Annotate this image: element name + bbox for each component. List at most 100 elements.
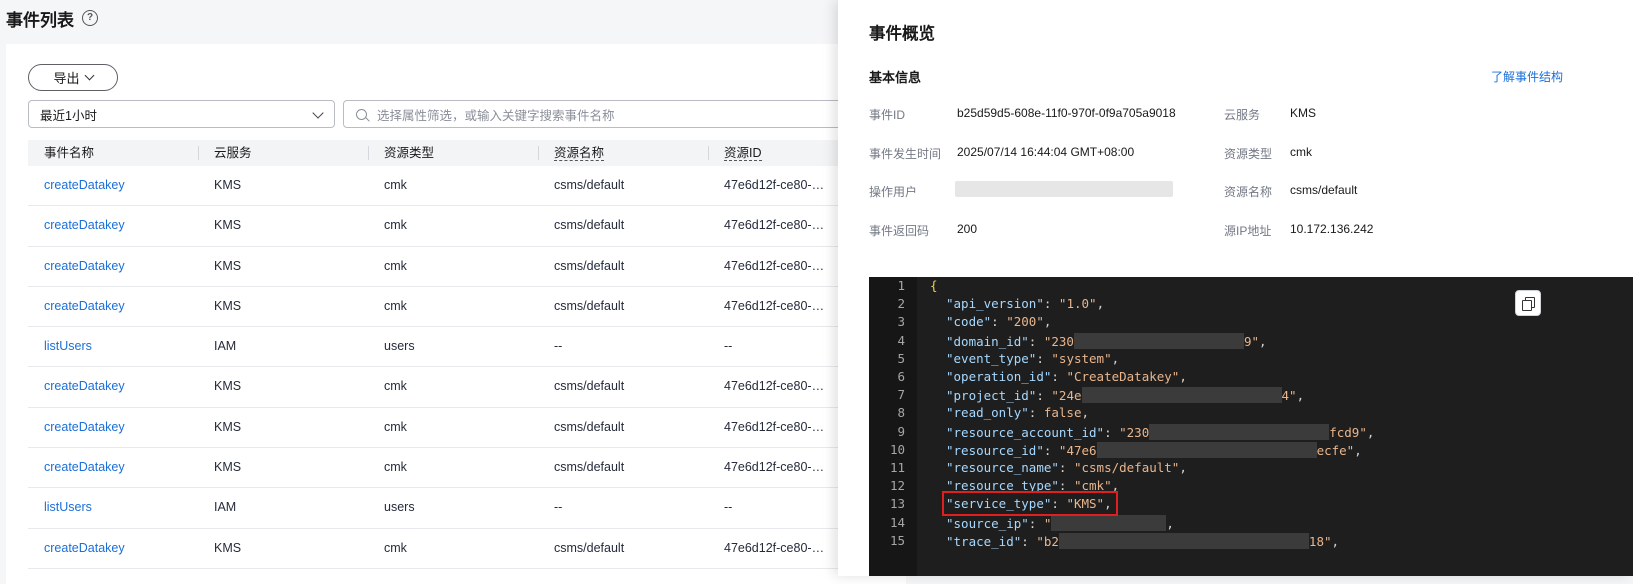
resource-id-cell: 47e6d12f-ce80-4a4…	[724, 419, 828, 434]
table-row[interactable]: createDatakey KMS cmk csms/default 47e6d12f-…	[28, 166, 928, 207]
service-cell: KMS	[214, 258, 242, 273]
json-line: 9 "resource_account_id": "230 fcd9",	[869, 423, 1633, 442]
operator-label: 操作用户	[869, 185, 918, 199]
json-line: 15 "trace_id": "b2 18",	[869, 532, 1633, 551]
table-row[interactable]: createDatakey KMS cmk csms/default 47e6d12f-…	[28, 529, 928, 569]
search-placeholder: 选择属性筛选，或输入关键字搜索事件名称	[377, 108, 615, 123]
resource-name-value: csms/default	[1290, 183, 1358, 197]
time-range-select[interactable]: 最近1小时	[28, 100, 335, 128]
resource-type-cell: cmk	[384, 178, 407, 192]
json-code: "resource_id": "47e6 ecfe",	[946, 441, 1362, 458]
table-row[interactable]: createDatakey KMS cmk csms/default 47e6d12f-…	[28, 448, 928, 489]
table-row[interactable]: createDatakey KMS cmk csms/default 47e6d12f-…	[28, 206, 928, 247]
event-name-cell[interactable]: createDatakey	[28, 287, 198, 326]
column-header-resource-name[interactable]: 资源名称	[538, 140, 708, 166]
chevron-down-icon	[84, 70, 94, 81]
json-value-tail: 9"	[1243, 333, 1260, 349]
json-value-tail: fcd9"	[1329, 424, 1367, 440]
service-type-highlight-box	[942, 491, 1118, 516]
service-cell: KMS	[214, 379, 242, 394]
redacted-value	[1149, 423, 1330, 440]
json-key: resource_name	[953, 460, 1052, 475]
json-line: 3 "code": "200",	[869, 314, 1633, 332]
resource-type-cell: cmk	[384, 460, 407, 475]
line-number: 14	[889, 514, 905, 530]
event-name-cell[interactable]: listUsers	[28, 488, 198, 527]
event-name-cell[interactable]: createDatakey	[28, 529, 198, 568]
json-code: "read_only": false,	[946, 405, 1090, 421]
resource-name-cell: csms/default	[554, 298, 625, 313]
event-name-cell[interactable]: createDatakey	[28, 408, 198, 447]
column-header-resource-type[interactable]: 资源类型	[368, 140, 538, 166]
line-number: 3	[897, 314, 905, 330]
resource-type-cell: cmk	[384, 379, 407, 394]
json-code: "operation_id": "CreateDatakey",	[946, 369, 1187, 384]
event-name-cell[interactable]: listUsers	[28, 327, 198, 366]
json-value: "47e6	[1058, 442, 1097, 458]
operator-value-redacted	[955, 181, 1173, 197]
event-name-cell[interactable]: createDatakey	[28, 448, 198, 487]
event-list-card: 导出 最近1小时 选择属性筛选，或输入关键字搜索事件名称 事件名称 云服务 资源…	[6, 44, 943, 584]
column-header-event-name[interactable]: 事件名称	[28, 140, 198, 166]
json-key: resource_account_id	[953, 424, 1097, 440]
line-number: 9	[897, 423, 905, 439]
line-number: 11	[889, 460, 905, 475]
return-code-value: 200	[957, 222, 978, 236]
json-line: 6 "operation_id": "CreateDatakey",	[869, 369, 1633, 387]
json-value: "1.0"	[1058, 296, 1097, 312]
copy-icon[interactable]	[1515, 290, 1541, 316]
event-name-cell[interactable]: createDatakey	[28, 247, 198, 286]
json-line: 7 "project_id": "24e 4",	[869, 387, 1633, 405]
line-number: 8	[897, 405, 905, 421]
page-title: 事件列表	[6, 10, 74, 30]
table-row[interactable]: createDatakey KMS cmk csms/default 47e6d12f-…	[28, 287, 928, 328]
resource-id-cell: 47e6d12f-ce80-4a4…	[724, 218, 828, 233]
json-key: source_ip	[953, 515, 1022, 531]
service-cell: IAM	[214, 339, 237, 354]
line-number: 12	[889, 478, 905, 494]
resource-type-cell: cmk	[384, 419, 407, 434]
resource-id-cell: --	[724, 500, 733, 515]
redacted-value	[1073, 332, 1244, 349]
export-button[interactable]: 导出	[28, 64, 118, 91]
json-value: "200"	[1006, 314, 1044, 330]
json-value: "230	[1119, 424, 1150, 440]
table-row[interactable]: createDatakey KMS cmk csms/default 47e6d12f-…	[28, 367, 928, 408]
table-row[interactable]: createDatakey KMS cmk csms/default 47e6d12f-…	[28, 247, 928, 287]
resource-id-cell: 47e6d12f-ce80-4a4…	[724, 258, 828, 273]
event-name-cell[interactable]: createDatakey	[28, 166, 198, 205]
resource-id-cell: 47e6d12f-ce80-4a4…	[724, 298, 828, 313]
json-value: "csms/default"	[1073, 460, 1180, 475]
resource-name-cell: csms/default	[554, 258, 625, 273]
json-line: 5 "event_type": "system",	[869, 351, 1633, 369]
resource-type-label: 资源类型	[1224, 147, 1273, 161]
event-name-cell[interactable]: createDatakey	[28, 367, 198, 406]
resource-type-cell: cmk	[384, 218, 407, 233]
resource-name-cell: csms/default	[554, 218, 625, 233]
event-name-cell[interactable]: createDatakey	[28, 206, 198, 245]
event-json-viewer[interactable]: 1 {2 "api_version": "1.0", 3 "code": "200", 4…	[869, 277, 1633, 576]
help-icon[interactable]: ?	[82, 10, 98, 26]
resource-type-cell: cmk	[384, 540, 407, 555]
json-value-tail: 18"	[1308, 533, 1332, 549]
resource-id-cell: 47e6d12f-ce80-4a4…	[724, 379, 828, 394]
column-header-service[interactable]: 云服务	[198, 140, 368, 166]
return-code-label: 事件返回码	[869, 224, 930, 238]
learn-event-structure-link[interactable]: 了解事件结构	[1491, 68, 1563, 85]
json-line: 14 "source_ip": ",	[869, 514, 1633, 533]
resource-name-cell: --	[554, 500, 563, 515]
table-body: createDatakey KMS cmk csms/default 47e6d12f-…	[28, 166, 928, 569]
table-row[interactable]: listUsers IAM users -- --	[28, 488, 928, 529]
table-row[interactable]: listUsers IAM users -- --	[28, 327, 928, 368]
resource-id-cell: 47e6d12f-ce80-4a4…	[724, 460, 828, 475]
resource-name-label: 资源名称	[1224, 185, 1273, 199]
resource-name-cell: csms/default	[554, 178, 625, 192]
resource-type-cell: cmk	[384, 298, 407, 313]
json-value: "24e	[1051, 388, 1082, 404]
resource-name-cell: csms/default	[554, 419, 625, 434]
json-value: "CreateDatakey"	[1066, 369, 1180, 384]
service-cell: IAM	[214, 500, 237, 515]
table-row[interactable]: createDatakey KMS cmk csms/default 47e6d12f-…	[28, 408, 928, 449]
service-cell: KMS	[214, 460, 242, 475]
resource-type-cell: cmk	[384, 258, 407, 273]
